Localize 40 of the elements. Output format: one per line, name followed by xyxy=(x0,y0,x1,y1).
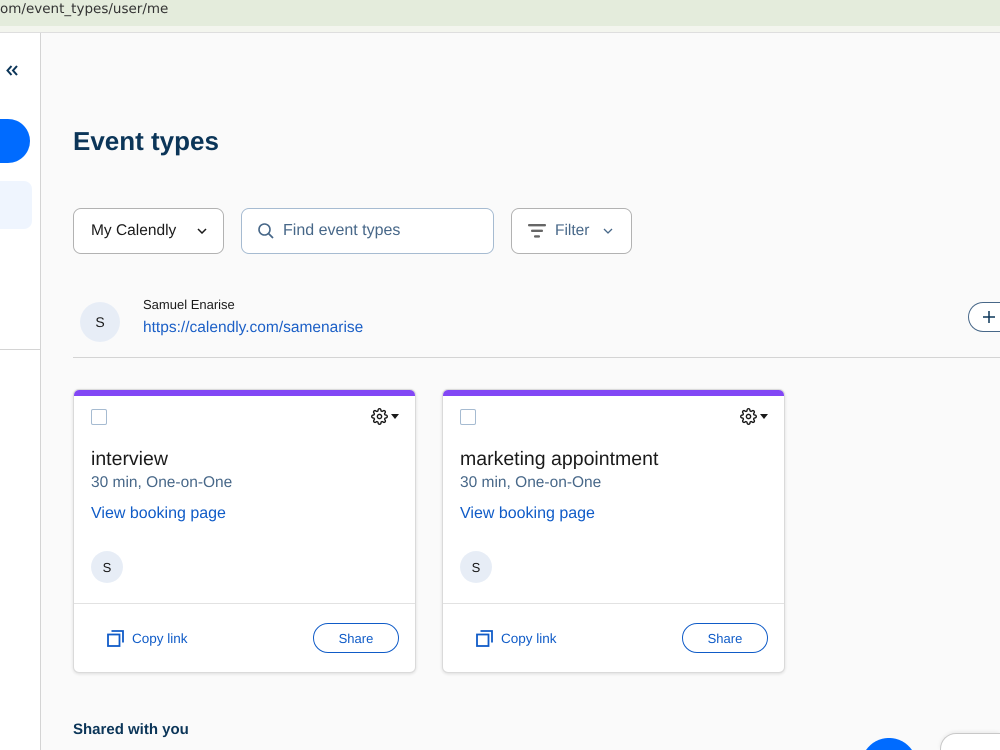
booking-page-link[interactable]: View booking page xyxy=(91,504,226,524)
page-title: Event types xyxy=(73,125,219,157)
checkbox[interactable] xyxy=(91,408,107,424)
checkbox[interactable] xyxy=(460,408,476,424)
host-avatar: S xyxy=(91,551,123,583)
scheduling-link[interactable]: https://calendly.com/samenarise xyxy=(143,319,364,337)
copy-icon xyxy=(476,630,493,646)
chevron-down-icon xyxy=(197,228,207,234)
settings-button[interactable] xyxy=(371,408,399,425)
share-button[interactable]: Share xyxy=(313,623,399,653)
caret-icon xyxy=(760,414,768,419)
copy-link-button[interactable]: Copy link xyxy=(107,630,188,646)
event-title: interview xyxy=(91,448,168,470)
calendar-dropdown[interactable]: My Calendly xyxy=(73,208,224,254)
chevron-down-icon xyxy=(603,228,614,234)
search-field[interactable]: Find event types xyxy=(241,208,494,254)
caret-icon xyxy=(391,414,399,419)
gear-icon xyxy=(371,408,388,425)
user-name: Samuel Enarise xyxy=(143,297,235,313)
event-details: 30 min, One-on-One xyxy=(460,473,602,493)
booking-page-link[interactable]: View booking page xyxy=(460,504,595,524)
event-title: marketing appointment xyxy=(460,448,658,470)
copy-link-button[interactable]: Copy link xyxy=(476,630,557,646)
primary-button[interactable] xyxy=(0,119,30,163)
user-avatar: S xyxy=(80,302,120,342)
copy-icon xyxy=(107,630,124,646)
gear-icon xyxy=(740,408,757,425)
filter-icon xyxy=(528,224,546,238)
plus-icon xyxy=(983,311,995,323)
filter-button[interactable]: Filter xyxy=(511,208,632,254)
host-avatar: S xyxy=(460,551,492,583)
settings-button[interactable] xyxy=(740,408,768,425)
section-heading: Shared with you xyxy=(73,721,189,739)
share-button[interactable]: Share xyxy=(682,623,768,653)
event-details: 30 min, One-on-One xyxy=(91,473,232,493)
search-icon xyxy=(258,223,274,239)
double-chevron-left-icon[interactable] xyxy=(6,65,18,76)
add-button[interactable] xyxy=(968,302,1000,332)
floating-button[interactable] xyxy=(866,738,912,750)
url-field[interactable]: om/event_types/user/me xyxy=(0,0,1000,33)
